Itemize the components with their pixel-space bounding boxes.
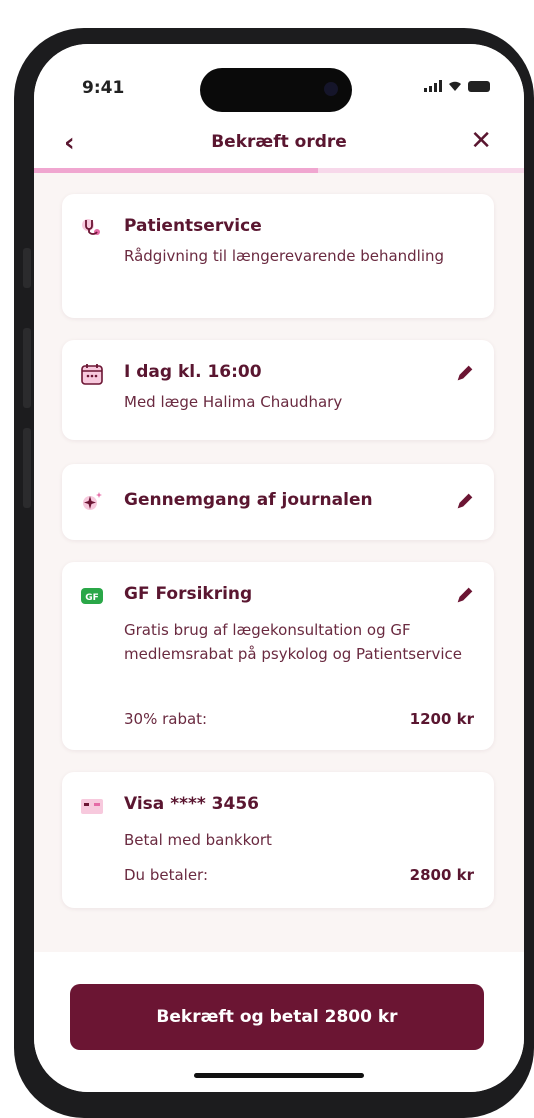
credit-card-icon xyxy=(81,799,103,814)
service-description: Rådgivning til længerevarende behandling xyxy=(124,247,445,265)
progress-bar xyxy=(34,168,524,173)
wifi-icon xyxy=(448,80,462,92)
reason-card[interactable]: Gennemgang af journalen xyxy=(62,464,494,540)
svg-text:GF: GF xyxy=(85,593,99,603)
payment-description: Betal med bankkort xyxy=(124,831,272,849)
total-label: Du betaler: xyxy=(124,866,209,884)
payment-card-title: Visa **** 3456 xyxy=(124,794,259,814)
nav-header: ‹ Bekræft ordre ✕ xyxy=(34,124,524,168)
discount-row: 30% rabat: 1200 kr xyxy=(124,710,474,728)
status-time: 9:41 xyxy=(82,78,125,98)
discount-label: 30% rabat: xyxy=(124,710,208,728)
progress-fill xyxy=(34,168,319,173)
insurance-card[interactable]: GF GF Forsikring Gratis brug af lægekons… xyxy=(62,562,494,750)
confirm-pay-button[interactable]: Bekræft og betal 2800 kr xyxy=(70,984,484,1050)
phone-side-button xyxy=(23,428,31,508)
dynamic-island xyxy=(200,68,352,112)
discount-amount: 1200 kr xyxy=(409,710,474,728)
appointment-card[interactable]: I dag kl. 16:00 Med læge Halima Chaudhar… xyxy=(62,340,494,440)
total-amount: 2800 kr xyxy=(409,866,474,884)
status-bar: 9:41 xyxy=(34,44,524,124)
camera-icon xyxy=(324,82,338,96)
service-card[interactable]: Patientservice Rådgivning til længerevar… xyxy=(62,194,494,318)
page-title: Bekræft ordre xyxy=(211,132,347,152)
calendar-icon xyxy=(81,364,103,385)
footer: Bekræft og betal 2800 kr xyxy=(34,952,524,1092)
system-icons xyxy=(424,80,490,92)
phone-side-button xyxy=(23,248,31,288)
phone-side-button xyxy=(23,328,31,408)
insurance-description: Gratis brug af lægekonsultation og GF me… xyxy=(124,621,462,663)
pencil-icon[interactable] xyxy=(454,490,476,512)
app-screen: 9:41 ‹ Bekræft ordre ✕ Patientservice Rå… xyxy=(34,44,524,1092)
reason-title: Gennemgang af journalen xyxy=(124,490,373,510)
stethoscope-icon xyxy=(82,219,100,235)
signal-icon xyxy=(424,80,442,92)
sparkle-icon xyxy=(83,492,102,510)
insurance-title: GF Forsikring xyxy=(124,584,253,604)
appointment-time: I dag kl. 16:00 xyxy=(124,362,262,382)
battery-icon xyxy=(468,81,490,92)
payment-card[interactable]: Visa **** 3456 Betal med bankkort Du bet… xyxy=(62,772,494,908)
close-icon[interactable]: ✕ xyxy=(470,126,492,156)
service-title: Patientservice xyxy=(124,216,262,236)
pencil-icon[interactable] xyxy=(454,362,476,384)
total-row: Du betaler: 2800 kr xyxy=(124,866,474,884)
appointment-doctor: Med læge Halima Chaudhary xyxy=(124,393,343,411)
home-indicator[interactable] xyxy=(194,1073,364,1078)
gf-logo-icon: GF xyxy=(81,588,103,604)
pencil-icon[interactable] xyxy=(454,584,476,606)
